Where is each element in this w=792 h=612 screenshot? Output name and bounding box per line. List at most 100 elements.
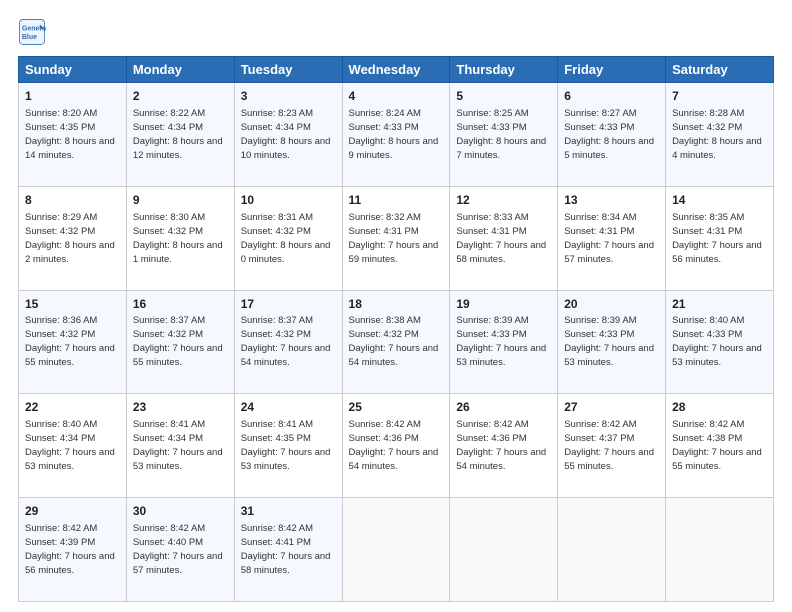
- calendar-cell: 7Sunrise: 8:28 AMSunset: 4:32 PMDaylight…: [666, 83, 774, 187]
- day-info: Sunrise: 8:38 AMSunset: 4:32 PMDaylight:…: [349, 315, 439, 368]
- day-number: 23: [133, 399, 228, 416]
- day-info: Sunrise: 8:37 AMSunset: 4:32 PMDaylight:…: [241, 315, 331, 368]
- calendar-cell: 25 Sunrise: 8:42 AMSunset: 4:36 PMDayligh…: [342, 394, 450, 498]
- day-info: Sunrise: 8:42 AMSunset: 4:37 PMDaylight:…: [564, 419, 654, 472]
- day-info: Sunrise: 8:27 AMSunset: 4:33 PMDaylight:…: [564, 108, 654, 161]
- day-info: Sunrise: 8:20 AMSunset: 4:35 PMDaylight:…: [25, 108, 115, 161]
- day-number: 22: [25, 399, 120, 416]
- calendar-week-row: 1Sunrise: 8:20 AMSunset: 4:35 PMDaylight…: [19, 83, 774, 187]
- calendar-week-row: 29 Sunrise: 8:42 AMSunset: 4:39 PMDayligh…: [19, 498, 774, 602]
- calendar-cell: 11 Sunrise: 8:32 AMSunset: 4:31 PMDayligh…: [342, 186, 450, 290]
- col-header-tuesday: Tuesday: [234, 57, 342, 83]
- day-number: 21: [672, 296, 767, 313]
- calendar-week-row: 8 Sunrise: 8:29 AMSunset: 4:32 PMDaylight…: [19, 186, 774, 290]
- day-info: Sunrise: 8:22 AMSunset: 4:34 PMDaylight:…: [133, 108, 223, 161]
- svg-text:General: General: [22, 25, 46, 32]
- day-info: Sunrise: 8:35 AMSunset: 4:31 PMDaylight:…: [672, 212, 762, 265]
- day-info: Sunrise: 8:42 AMSunset: 4:36 PMDaylight:…: [456, 419, 546, 472]
- day-number: 15: [25, 296, 120, 313]
- day-number: 28: [672, 399, 767, 416]
- calendar-cell: 30 Sunrise: 8:42 AMSunset: 4:40 PMDayligh…: [126, 498, 234, 602]
- day-info: Sunrise: 8:39 AMSunset: 4:33 PMDaylight:…: [564, 315, 654, 368]
- calendar-cell: 15 Sunrise: 8:36 AMSunset: 4:32 PMDayligh…: [19, 290, 127, 394]
- day-number: 9: [133, 192, 228, 209]
- day-number: 16: [133, 296, 228, 313]
- logo-icon: General Blue: [18, 18, 46, 46]
- calendar-cell: 31Sunrise: 8:42 AMSunset: 4:41 PMDayligh…: [234, 498, 342, 602]
- day-number: 3: [241, 88, 336, 105]
- page: General Blue SundayMondayTuesdayWednesda…: [0, 0, 792, 612]
- calendar-cell: 2 Sunrise: 8:22 AMSunset: 4:34 PMDaylight…: [126, 83, 234, 187]
- day-info: Sunrise: 8:42 AMSunset: 4:36 PMDaylight:…: [349, 419, 439, 472]
- day-number: 8: [25, 192, 120, 209]
- calendar-cell: 20Sunrise: 8:39 AMSunset: 4:33 PMDayligh…: [558, 290, 666, 394]
- day-number: 12: [456, 192, 551, 209]
- col-header-sunday: Sunday: [19, 57, 127, 83]
- calendar-cell: 8 Sunrise: 8:29 AMSunset: 4:32 PMDaylight…: [19, 186, 127, 290]
- day-info: Sunrise: 8:42 AMSunset: 4:39 PMDaylight:…: [25, 523, 115, 576]
- day-number: 10: [241, 192, 336, 209]
- day-number: 31: [241, 503, 336, 520]
- calendar-cell: 28 Sunrise: 8:42 AMSunset: 4:38 PMDayligh…: [666, 394, 774, 498]
- col-header-wednesday: Wednesday: [342, 57, 450, 83]
- day-number: 13: [564, 192, 659, 209]
- day-number: 26: [456, 399, 551, 416]
- calendar-cell: [342, 498, 450, 602]
- calendar-cell: 12 Sunrise: 8:33 AMSunset: 4:31 PMDayligh…: [450, 186, 558, 290]
- header: General Blue: [18, 18, 774, 46]
- day-number: 25: [349, 399, 444, 416]
- calendar-cell: 5 Sunrise: 8:25 AMSunset: 4:33 PMDaylight…: [450, 83, 558, 187]
- day-number: 18: [349, 296, 444, 313]
- calendar-cell: 1Sunrise: 8:20 AMSunset: 4:35 PMDaylight…: [19, 83, 127, 187]
- calendar-cell: 23Sunrise: 8:41 AMSunset: 4:34 PMDayligh…: [126, 394, 234, 498]
- day-number: 6: [564, 88, 659, 105]
- calendar-cell: 10 Sunrise: 8:31 AMSunset: 4:32 PMDayligh…: [234, 186, 342, 290]
- day-number: 24: [241, 399, 336, 416]
- calendar-cell: [666, 498, 774, 602]
- col-header-monday: Monday: [126, 57, 234, 83]
- calendar-cell: 26 Sunrise: 8:42 AMSunset: 4:36 PMDayligh…: [450, 394, 558, 498]
- day-number: 2: [133, 88, 228, 105]
- calendar-cell: [450, 498, 558, 602]
- day-info: Sunrise: 8:40 AMSunset: 4:33 PMDaylight:…: [672, 315, 762, 368]
- col-header-thursday: Thursday: [450, 57, 558, 83]
- calendar-cell: 14 Sunrise: 8:35 AMSunset: 4:31 PMDayligh…: [666, 186, 774, 290]
- day-info: Sunrise: 8:42 AMSunset: 4:40 PMDaylight:…: [133, 523, 223, 576]
- day-number: 27: [564, 399, 659, 416]
- calendar-cell: 19Sunrise: 8:39 AMSunset: 4:33 PMDayligh…: [450, 290, 558, 394]
- calendar-cell: 18 Sunrise: 8:38 AMSunset: 4:32 PMDayligh…: [342, 290, 450, 394]
- calendar-cell: 6 Sunrise: 8:27 AMSunset: 4:33 PMDaylight…: [558, 83, 666, 187]
- calendar-cell: 9 Sunrise: 8:30 AMSunset: 4:32 PMDaylight…: [126, 186, 234, 290]
- day-info: Sunrise: 8:32 AMSunset: 4:31 PMDaylight:…: [349, 212, 439, 265]
- day-number: 14: [672, 192, 767, 209]
- calendar-cell: 27 Sunrise: 8:42 AMSunset: 4:37 PMDayligh…: [558, 394, 666, 498]
- day-info: Sunrise: 8:31 AMSunset: 4:32 PMDaylight:…: [241, 212, 331, 265]
- day-info: Sunrise: 8:37 AMSunset: 4:32 PMDaylight:…: [133, 315, 223, 368]
- day-info: Sunrise: 8:36 AMSunset: 4:32 PMDaylight:…: [25, 315, 115, 368]
- day-info: Sunrise: 8:23 AMSunset: 4:34 PMDaylight:…: [241, 108, 331, 161]
- day-info: Sunrise: 8:41 AMSunset: 4:35 PMDaylight:…: [241, 419, 331, 472]
- day-info: Sunrise: 8:39 AMSunset: 4:33 PMDaylight:…: [456, 315, 546, 368]
- day-number: 11: [349, 192, 444, 209]
- logo: General Blue: [18, 18, 50, 46]
- day-number: 4: [349, 88, 444, 105]
- calendar-cell: 16 Sunrise: 8:37 AMSunset: 4:32 PMDayligh…: [126, 290, 234, 394]
- day-number: 29: [25, 503, 120, 520]
- calendar-cell: 22 Sunrise: 8:40 AMSunset: 4:34 PMDayligh…: [19, 394, 127, 498]
- day-info: Sunrise: 8:25 AMSunset: 4:33 PMDaylight:…: [456, 108, 546, 161]
- calendar-cell: 24 Sunrise: 8:41 AMSunset: 4:35 PMDayligh…: [234, 394, 342, 498]
- day-info: Sunrise: 8:40 AMSunset: 4:34 PMDaylight:…: [25, 419, 115, 472]
- day-info: Sunrise: 8:29 AMSunset: 4:32 PMDaylight:…: [25, 212, 115, 265]
- calendar-week-row: 22 Sunrise: 8:40 AMSunset: 4:34 PMDayligh…: [19, 394, 774, 498]
- calendar-week-row: 15 Sunrise: 8:36 AMSunset: 4:32 PMDayligh…: [19, 290, 774, 394]
- day-info: Sunrise: 8:34 AMSunset: 4:31 PMDaylight:…: [564, 212, 654, 265]
- day-info: Sunrise: 8:24 AMSunset: 4:33 PMDaylight:…: [349, 108, 439, 161]
- calendar-cell: 17Sunrise: 8:37 AMSunset: 4:32 PMDayligh…: [234, 290, 342, 394]
- day-info: Sunrise: 8:30 AMSunset: 4:32 PMDaylight:…: [133, 212, 223, 265]
- day-info: Sunrise: 8:28 AMSunset: 4:32 PMDaylight:…: [672, 108, 762, 161]
- day-info: Sunrise: 8:33 AMSunset: 4:31 PMDaylight:…: [456, 212, 546, 265]
- day-number: 5: [456, 88, 551, 105]
- col-header-saturday: Saturday: [666, 57, 774, 83]
- day-number: 30: [133, 503, 228, 520]
- day-info: Sunrise: 8:42 AMSunset: 4:38 PMDaylight:…: [672, 419, 762, 472]
